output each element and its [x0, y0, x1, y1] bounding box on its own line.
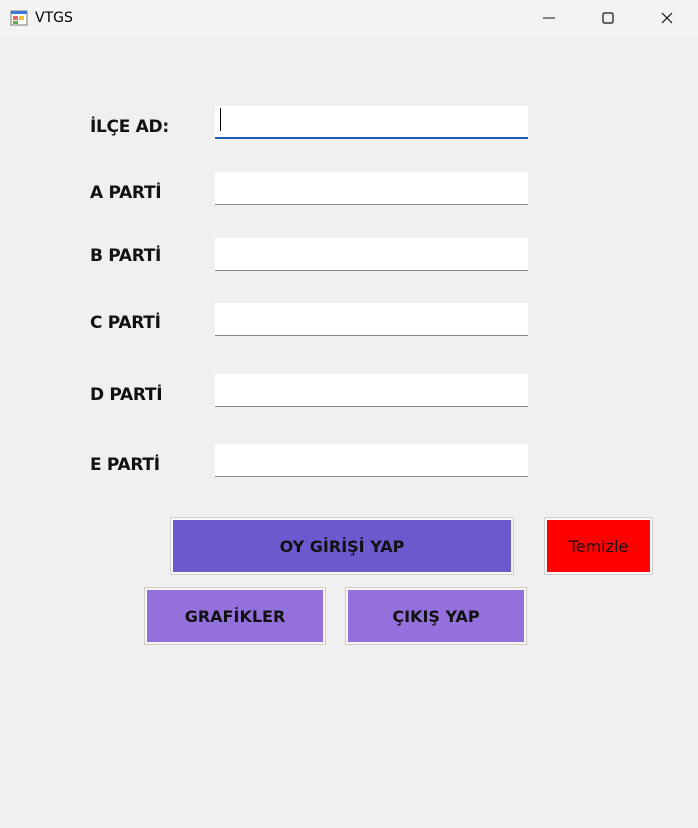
close-icon [661, 12, 673, 24]
d-parti-input[interactable] [215, 374, 528, 407]
b-parti-input[interactable] [215, 238, 528, 271]
e-parti-input[interactable] [215, 444, 528, 477]
c-parti-input[interactable] [215, 303, 528, 336]
cikis-yap-button[interactable]: ÇIKIŞ YAP [345, 587, 527, 645]
close-button[interactable] [638, 0, 696, 36]
minimize-button[interactable] [520, 0, 578, 36]
d-parti-label: D PARTİ [90, 385, 163, 405]
maximize-button[interactable] [579, 0, 637, 36]
b-parti-label: B PARTİ [90, 246, 162, 266]
minimize-icon [543, 17, 555, 19]
c-parti-label: C PARTİ [90, 313, 161, 333]
app-icon [10, 10, 28, 26]
a-parti-input[interactable] [215, 172, 528, 205]
maximize-icon [602, 12, 614, 24]
oy-girisi-yap-button[interactable]: OY GİRİŞİ YAP [170, 517, 514, 575]
e-parti-label: E PARTİ [90, 455, 160, 475]
ilce-ad-label: İLÇE AD: [90, 117, 169, 137]
text-caret [220, 108, 221, 131]
window-title: VTGS [35, 10, 73, 26]
title-bar: VTGS [0, 0, 698, 36]
ilce-ad-input[interactable] [215, 106, 528, 139]
form-client-area [0, 36, 698, 828]
grafikler-button[interactable]: GRAFİKLER [144, 587, 326, 645]
a-parti-label: A PARTİ [90, 183, 162, 203]
temizle-button[interactable]: Temizle [544, 517, 653, 575]
